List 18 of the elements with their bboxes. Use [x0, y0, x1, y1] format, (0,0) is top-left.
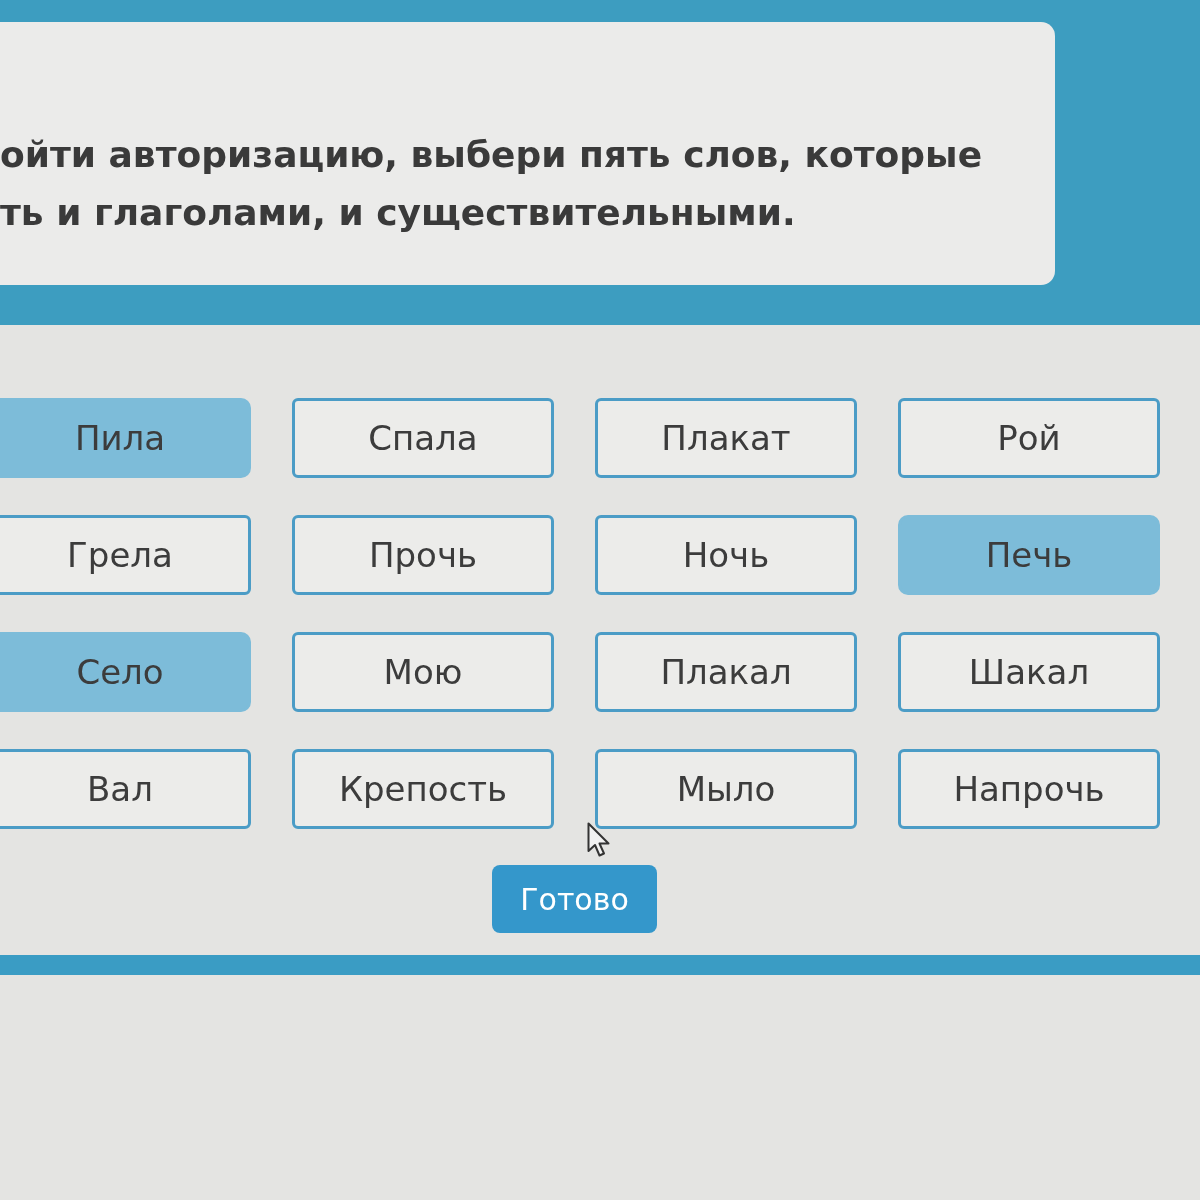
word-tile[interactable]: Мыло — [595, 749, 857, 829]
word-tile[interactable]: Спала — [292, 398, 554, 478]
mouse-cursor-icon — [587, 822, 611, 858]
word-tile[interactable]: Село — [0, 632, 251, 712]
word-tile[interactable]: Пила — [0, 398, 251, 478]
word-tile[interactable]: Рой — [898, 398, 1160, 478]
word-tile[interactable]: Ночь — [595, 515, 857, 595]
word-tile[interactable]: Напрочь — [898, 749, 1160, 829]
word-tile[interactable]: Плакат — [595, 398, 857, 478]
instruction-text: ойти авторизацию, выбери пять слов, которые ть и глаголами, и существительными. — [0, 133, 983, 235]
word-tile[interactable]: Шакал — [898, 632, 1160, 712]
word-tile[interactable]: Вал — [0, 749, 251, 829]
word-tile[interactable]: Мою — [292, 632, 554, 712]
word-tile[interactable]: Крепость — [292, 749, 554, 829]
word-tile[interactable]: Печь — [898, 515, 1160, 595]
word-tile[interactable]: Грела — [0, 515, 251, 595]
word-tile[interactable]: Прочь — [292, 515, 554, 595]
word-tile[interactable]: Плакал — [595, 632, 857, 712]
